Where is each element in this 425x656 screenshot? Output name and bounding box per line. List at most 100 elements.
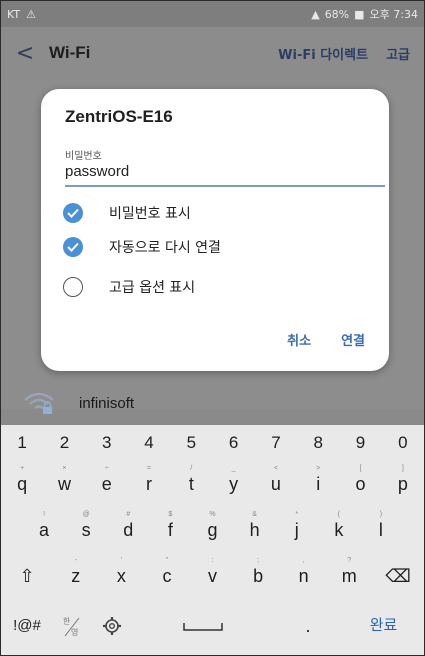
period-key[interactable]: . [273, 603, 343, 649]
status-bar: KT ⚠ ▲ 68% ■ 오후 7:34 [1, 1, 424, 27]
password-label: 비밀번호 [65, 151, 102, 162]
letter-key[interactable]: :v [190, 553, 236, 599]
letter-key[interactable]: ,n [281, 553, 327, 599]
key-symbol-hint: _ [231, 465, 236, 472]
connect-button[interactable]: 연결 [341, 330, 365, 349]
key-label: s [81, 520, 91, 540]
letter-key[interactable]: = r [128, 461, 170, 507]
wifi-lock-icon [24, 392, 54, 414]
number-key[interactable]: 8 [297, 425, 339, 461]
keyboard: 1234567890 + q × w ÷ e = r / t _ y < u > i[o] p ! a @ s # d $ f… [1, 425, 424, 655]
settings-gear-icon[interactable] [91, 603, 133, 649]
clock: 오후 7:34 [369, 8, 418, 21]
key-label: b [253, 566, 264, 586]
symbols-key[interactable]: !@# [1, 603, 53, 649]
number-key[interactable]: 7 [255, 425, 297, 461]
key-symbol-hint: < [273, 465, 278, 472]
key-label: c [162, 566, 172, 586]
backspace-icon[interactable]: ⌫ [372, 553, 424, 599]
advanced-options-option[interactable]: 고급 옵션 표시 [63, 273, 195, 301]
show-password-option[interactable]: 비밀번호 표시 [63, 199, 191, 227]
checkbox-checked-icon[interactable] [63, 203, 83, 223]
checkbox-checked-icon[interactable] [63, 237, 83, 257]
number-key[interactable]: 4 [128, 425, 170, 461]
letter-key[interactable]: > i [297, 461, 339, 507]
key-symbol-hint: ÷ [104, 465, 109, 472]
letter-key[interactable]: + q [1, 461, 43, 507]
key-symbol-hint: & [252, 511, 257, 518]
battery-icon: ■ [354, 7, 365, 21]
number-key[interactable]: 5 [170, 425, 212, 461]
letter-key[interactable]: _ y [212, 461, 254, 507]
number-key[interactable]: 6 [212, 425, 254, 461]
password-field[interactable]: password [65, 161, 385, 187]
key-symbol-hint: @ [82, 511, 90, 518]
done-key[interactable]: 완료 [343, 603, 424, 649]
letter-key[interactable]: < u [255, 461, 297, 507]
key-label: z [71, 566, 81, 586]
letter-key[interactable]: % g [191, 507, 233, 553]
letter-key[interactable]: * j [276, 507, 318, 553]
letter-key[interactable]: $ f [149, 507, 191, 553]
letter-key[interactable]: # d [107, 507, 149, 553]
letter-key[interactable]: × w [43, 461, 85, 507]
key-label: x [116, 566, 126, 586]
page-title: Wi-Fi [49, 43, 91, 62]
key-label: l [378, 520, 383, 540]
key-label: m [341, 566, 357, 586]
letter-key[interactable]: @ s [65, 507, 107, 553]
letter-key[interactable]: [o [339, 461, 381, 507]
key-label: a [39, 520, 50, 540]
key-label: j [294, 520, 299, 540]
key-symbol-hint: ( [337, 511, 340, 518]
cancel-button[interactable]: 취소 [287, 330, 311, 349]
key-symbol-hint: ! [43, 511, 46, 518]
letter-key[interactable]: / t [170, 461, 212, 507]
key-label: r [146, 474, 153, 494]
key-label: f [167, 520, 173, 540]
number-key[interactable]: 3 [86, 425, 128, 461]
back-arrow-icon[interactable]: < [5, 41, 45, 66]
number-key[interactable]: 0 [382, 425, 424, 461]
letter-key[interactable]: " c [144, 553, 190, 599]
key-label: w [57, 474, 71, 494]
letter-key[interactable]: & h [234, 507, 276, 553]
key-symbol-hint: ? [347, 557, 352, 564]
language-key[interactable]: 한영 [53, 603, 91, 649]
svg-text:한: 한 [63, 617, 71, 626]
letter-key[interactable]: ; b [235, 553, 281, 599]
key-symbol-hint: " [165, 557, 169, 564]
number-key[interactable]: 1 [1, 425, 43, 461]
auto-reconnect-option[interactable]: 자동으로 다시 연결 [63, 233, 221, 261]
number-key[interactable]: 2 [43, 425, 85, 461]
network-name: infinisoft [79, 394, 135, 412]
number-key[interactable]: 9 [339, 425, 381, 461]
key-label: d [123, 520, 134, 540]
key-symbol-hint: / [190, 465, 193, 472]
key-symbol-hint: * [295, 511, 299, 518]
letter-key[interactable]: ' x [99, 553, 145, 599]
advanced-button[interactable]: 고급 [386, 44, 410, 63]
letter-key[interactable]: (k [318, 507, 360, 553]
shift-arrow-icon[interactable]: ⇧ [1, 553, 53, 599]
wifi-direct-button[interactable]: Wi-Fi 다이렉트 [278, 44, 368, 63]
letter-key[interactable]: -z [53, 553, 99, 599]
key-symbol-hint: # [126, 511, 131, 518]
notification-icon: ⚠ [26, 7, 36, 21]
phone-screen: KT ⚠ ▲ 68% ■ 오후 7:34 < Wi-Fi Wi-Fi 다이렉트 … [0, 0, 425, 656]
wifi-status-icon: ▲ [311, 7, 320, 21]
letter-key[interactable]: ÷ e [86, 461, 128, 507]
space-key[interactable] [133, 603, 273, 649]
key-symbol-hint: : [211, 557, 214, 564]
letter-key[interactable]: ) l [360, 507, 402, 553]
key-symbol-hint: $ [168, 511, 173, 518]
checkbox-unchecked-icon[interactable] [63, 277, 83, 297]
letter-key[interactable]: ! a [23, 507, 65, 553]
key-symbol-hint: , [302, 557, 305, 564]
letter-row-3: ⇧ - z ' x " c: v; b, n? m ⌫ [1, 553, 424, 599]
letter-key[interactable]: ] p [382, 461, 424, 507]
wifi-password-dialog: ZentriOS-E16 비밀번호 password 비밀번호 표시 자동으로 … [41, 89, 389, 371]
network-list-item[interactable]: infinisoft [1, 379, 424, 427]
key-symbol-hint: × [62, 465, 67, 472]
letter-key[interactable]: ? m [326, 553, 372, 599]
